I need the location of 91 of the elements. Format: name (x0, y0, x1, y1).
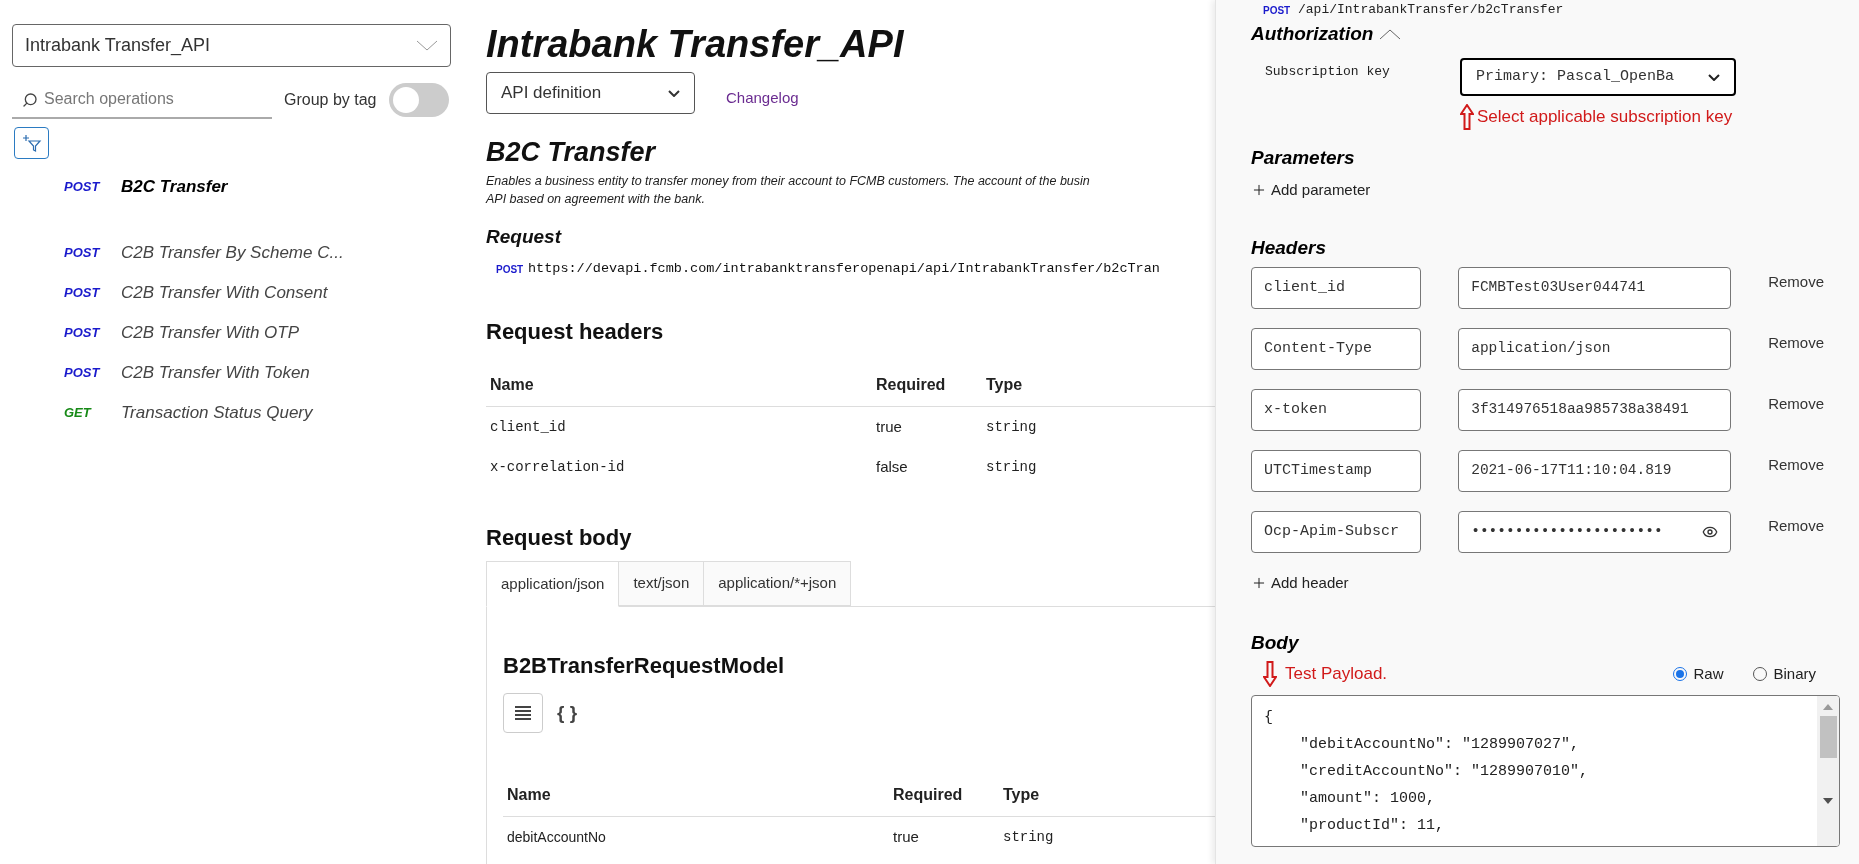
subscription-key-label: Subscription key (1264, 63, 1391, 81)
table-cell-text: string (986, 417, 1037, 437)
method-label: POST (64, 364, 102, 383)
search-icon (22, 92, 38, 108)
filter-button[interactable] (14, 127, 49, 159)
model-name: B2BTransferRequestModel (503, 652, 785, 680)
remove-link[interactable]: Remove (1768, 267, 1824, 294)
search-field[interactable]: Search operations (12, 81, 272, 119)
chevron-up-icon[interactable] (1379, 28, 1402, 40)
eye-icon[interactable] (1702, 524, 1719, 540)
content-type-tab[interactable]: application/*+json (704, 561, 852, 606)
operation-title: B2C Transfer (486, 136, 656, 168)
scrollbar[interactable] (1817, 696, 1839, 846)
view-select[interactable]: API definition (486, 72, 695, 114)
column-header: Required (893, 784, 964, 805)
api-select[interactable]: Intrabank Transfer_API (12, 24, 451, 67)
header-name-field[interactable]: client_id (1251, 267, 1422, 309)
table-cell-text: debitAccountNo (506, 827, 607, 847)
changelog-link[interactable]: Changelog (726, 86, 799, 110)
chevron-down-icon (668, 89, 680, 97)
method-label: POST (64, 324, 102, 343)
json-view-button[interactable]: { } (557, 698, 578, 728)
remove-link[interactable]: Remove (1768, 450, 1824, 477)
operation-link[interactable]: B2C Transfer (121, 174, 228, 200)
column-header: Name (506, 784, 552, 805)
content-type-tab[interactable]: application/json (486, 561, 620, 607)
table-cell-text: string (1003, 827, 1054, 847)
operation-link[interactable]: C2B Transfer With Consent (121, 280, 328, 306)
header-name-field[interactable]: UTCTimestamp (1251, 450, 1422, 492)
arrow-down-icon (1263, 661, 1277, 687)
operation-description: API based on agreement with the bank. (486, 191, 706, 208)
format-radio[interactable]: Raw (1673, 662, 1724, 686)
header-name-field[interactable]: x-token (1251, 389, 1422, 431)
section-heading: Headers (1251, 236, 1327, 260)
chevron-down-icon (1708, 73, 1720, 81)
header-name-field[interactable]: Content-Type (1251, 328, 1422, 370)
method-label: POST (64, 284, 102, 303)
section-heading: Parameters (1251, 146, 1356, 170)
operation-link[interactable]: C2B Transfer With Token (121, 360, 310, 386)
table-cell-text: false (876, 456, 909, 477)
plus-icon (1251, 182, 1267, 198)
remove-link[interactable]: Remove (1768, 511, 1824, 538)
content-type-tab[interactable]: text/json (619, 561, 705, 606)
table-cell-text: true (876, 416, 903, 437)
header-value-field[interactable]: 2021-06-17T11:10:04.819 (1458, 450, 1732, 492)
section-heading: Body (1251, 631, 1300, 655)
table-cell-text: x-correlation-id (489, 457, 626, 477)
method-label: GET (64, 404, 93, 423)
plus-icon (1251, 575, 1267, 591)
section-heading: Request headers (486, 318, 664, 346)
column-header: Type (1003, 784, 1040, 805)
header-value-field[interactable]: application/json (1458, 328, 1732, 370)
remove-link[interactable]: Remove (1768, 389, 1824, 416)
operation-description: Enables a business entity to transfer money from their account to FCMB customers. The account of the busin (486, 173, 1091, 190)
column-header: Name (489, 374, 535, 395)
page-title: Intrabank Transfer_API (486, 22, 904, 66)
table-view-button[interactable] (503, 693, 543, 733)
table-cell-text: client_id (489, 417, 567, 437)
annotation-text: Select applicable subscription key (1477, 106, 1733, 129)
column-header: Type (986, 374, 1023, 395)
header-value-field[interactable]: FCMBTest03User044741 (1458, 267, 1732, 309)
operation-link[interactable]: Transaction Status Query (121, 400, 313, 426)
operation-link[interactable]: C2B Transfer By Scheme C... (121, 240, 344, 266)
remove-link[interactable]: Remove (1768, 328, 1824, 355)
header-value-field[interactable]: •••••••••••••••••••••• (1458, 511, 1732, 553)
request-url: https://devapi.fcmb.com/intrabanktransferopenapi/api/IntrabankTransfer/b2cTran (528, 259, 1160, 278)
section-heading: Authorization (1251, 21, 1374, 46)
format-radio[interactable]: Binary (1753, 662, 1816, 686)
method-label: POST (64, 244, 102, 263)
chevron-down-icon (416, 40, 438, 51)
list-icon (514, 705, 532, 721)
request-path: /api/IntrabankTransfer/b2cTransfer (1298, 1, 1564, 20)
add-parameter-button[interactable]: Add parameter (1251, 178, 1371, 202)
method-label: POST (64, 178, 102, 197)
header-name-field[interactable]: Ocp-Apim-Subscr (1251, 511, 1422, 553)
add-header-button[interactable]: Add header (1251, 571, 1349, 595)
filter-add-icon (21, 134, 42, 152)
method-label: POST (1263, 3, 1292, 18)
method-label: POST (496, 262, 525, 277)
subscription-key-select[interactable]: Primary: Pascal_OpenBa (1460, 58, 1736, 96)
header-value-field[interactable]: 3f314976518aa985738a38491 (1458, 389, 1732, 431)
column-header: Required (876, 374, 947, 395)
section-heading: Request body (486, 524, 632, 552)
annotation-text: Test Payload. (1285, 663, 1388, 686)
request-heading: Request (486, 225, 561, 249)
table-cell-text: true (893, 826, 920, 847)
table-cell-text: string (986, 457, 1037, 477)
operation-link[interactable]: C2B Transfer With OTP (121, 320, 300, 346)
group-by-tag-label: Group by tag (284, 90, 377, 110)
arrow-up-icon (1460, 104, 1474, 130)
group-by-tag-toggle[interactable] (388, 83, 449, 117)
